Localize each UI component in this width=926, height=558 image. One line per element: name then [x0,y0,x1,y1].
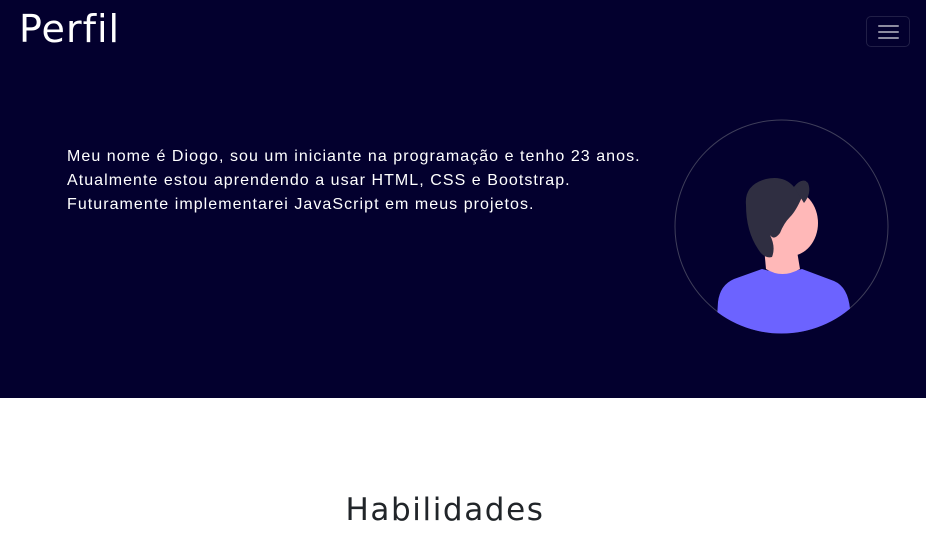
bio-text: Meu nome é Diogo, sou um iniciante na pr… [67,148,641,213]
hero-section: Perfil Meu nome é Diogo, sou um iniciant… [0,0,926,398]
person-avatar-icon [674,119,889,334]
navbar-toggler-button[interactable] [866,16,910,47]
hamburger-menu-icon [878,25,899,39]
navbar-brand[interactable]: Perfil [19,5,120,53]
skills-heading: Habilidades [345,492,545,528]
